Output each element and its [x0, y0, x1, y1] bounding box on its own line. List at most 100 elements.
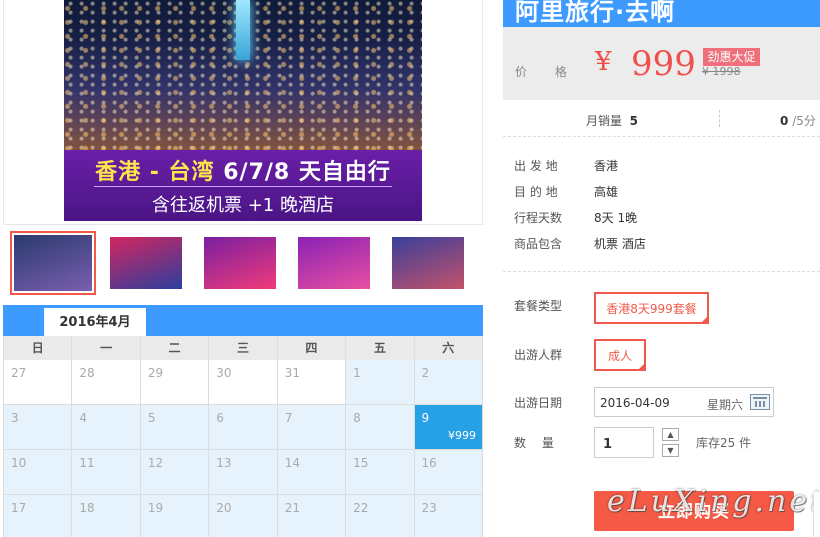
- hero-title-destination: 香港 - 台湾: [95, 160, 215, 185]
- calendar-day-number: 30: [216, 366, 232, 380]
- calendar-day[interactable]: 8: [346, 405, 415, 450]
- calendar-day[interactable]: 7: [277, 405, 347, 450]
- calendar-day[interactable]: 5: [140, 405, 210, 450]
- calendar-day[interactable]: 22: [346, 495, 415, 537]
- calendar-day[interactable]: 16: [414, 450, 483, 495]
- thumbnail-2-image: [110, 237, 182, 289]
- taipei-101-tower: [236, 0, 250, 60]
- detail-value: 8天 1晚: [594, 211, 638, 225]
- side-panel-edge: [813, 492, 820, 537]
- product-title: 阿里旅行·去啊: [515, 0, 676, 26]
- calendar-day-number: 28: [79, 366, 95, 380]
- hero-title-days: 6/7/8 天自由行: [223, 160, 391, 185]
- calendar-day: 28: [72, 360, 141, 405]
- hero-subtitle: 含往返机票 +1 晚酒店: [152, 195, 334, 216]
- calendar-day-number: 21: [284, 501, 300, 515]
- calendar-day[interactable]: 2: [414, 360, 483, 405]
- check-icon: ✓: [639, 361, 645, 369]
- traveler-type-label: 出游人群: [514, 348, 563, 362]
- calendar-day[interactable]: 1: [346, 360, 415, 405]
- calendar-day[interactable]: 6: [209, 405, 278, 450]
- travel-date-input[interactable]: 2016-04-09 星期六: [594, 387, 774, 417]
- package-option[interactable]: 香港8天999套餐 ✓: [594, 292, 709, 324]
- weekday-header: 二: [141, 336, 210, 360]
- calendar-day-number: 18: [79, 501, 95, 515]
- thumbnail-5[interactable]: [388, 233, 468, 293]
- thumbnail-1-image: [14, 235, 92, 291]
- calendar-day[interactable]: 10: [4, 450, 73, 495]
- calendar-day[interactable]: 18: [72, 495, 141, 537]
- calendar-week-row: 10 11 12 13 14 15 16: [3, 450, 483, 495]
- calendar-month-tab[interactable]: 2016年4月: [44, 308, 146, 336]
- calendar-day[interactable]: 23: [414, 495, 483, 537]
- traveler-option-adult[interactable]: 成人 ✓: [594, 339, 646, 371]
- quantity-decrease-button[interactable]: ▼: [662, 444, 679, 457]
- price-label: 价 格: [515, 65, 579, 79]
- promo-badge: 劲惠大促: [703, 48, 760, 66]
- calendar-day[interactable]: 15: [346, 450, 415, 495]
- detail-key: 商品包含: [514, 237, 563, 251]
- quantity-label: 数 量: [514, 436, 560, 450]
- detail-value: 香港: [594, 159, 619, 173]
- weekday-header: 六: [415, 336, 483, 360]
- calendar-day[interactable]: 19: [140, 495, 210, 537]
- thumbnail-2[interactable]: [106, 233, 186, 293]
- calendar-day[interactable]: 11: [72, 450, 141, 495]
- calendar-weekday-row: 日一二三四五六: [3, 336, 483, 360]
- travel-date-label: 出游日期: [514, 396, 563, 410]
- thumbnail-1[interactable]: [10, 231, 96, 295]
- rating: 0 /5分: [780, 112, 816, 129]
- calendar-day-number: 2: [421, 366, 430, 380]
- calendar-header: 2016年4月: [3, 305, 483, 336]
- product-hero-image: 香港 - 台湾 6/7/8 天自由行 含往返机票 +1 晚酒店: [64, 0, 422, 221]
- calendar-day-number: 11: [79, 456, 95, 470]
- calendar-day: 30: [209, 360, 278, 405]
- calendar-day-number: 22: [353, 501, 369, 515]
- calendar-day-number: 15: [353, 456, 369, 470]
- calendar-icon[interactable]: [750, 394, 770, 410]
- calendar-day-price: ¥999: [447, 429, 476, 442]
- calendar-week-row: 17 18 19 20 21 22 23: [3, 495, 483, 537]
- calendar-day-number: 6: [216, 411, 224, 425]
- price-box: 价 格 ¥ 999 劲惠大促 ¥ 1998: [503, 27, 820, 100]
- calendar-day-selected[interactable]: 9 ¥999: [414, 405, 483, 450]
- price-currency: ¥: [595, 47, 612, 77]
- calendar-day-number: 14: [284, 456, 300, 470]
- calendar-day-number: 23: [421, 501, 437, 515]
- calendar-day-number: 13: [216, 456, 232, 470]
- rating-value: 0: [780, 114, 789, 128]
- travel-date-weekday: 星期六: [707, 398, 744, 412]
- thumbnail-4[interactable]: [294, 233, 374, 293]
- travel-date-value: 2016-04-09: [600, 396, 670, 410]
- weekday-header: 一: [72, 336, 141, 360]
- package-option-label: 香港8天999套餐: [606, 302, 697, 316]
- thumbnail-3[interactable]: [200, 233, 280, 293]
- calendar-day[interactable]: 4: [72, 405, 141, 450]
- weekday-header: 日: [4, 336, 73, 360]
- calendar-grid: 27 28 29 30 31 1 2 3 4 5 6 7 8 9 ¥999 10 11 12 13 14 15 16 17 1…: [3, 360, 483, 537]
- calendar-day[interactable]: 17: [4, 495, 73, 537]
- calendar-day[interactable]: 12: [140, 450, 210, 495]
- hero-title: 香港 - 台湾 6/7/8 天自由行: [64, 154, 422, 186]
- calendar-day-number: 8: [353, 411, 361, 425]
- calendar-day-number: 20: [216, 501, 232, 515]
- calendar-day[interactable]: 3: [4, 405, 73, 450]
- thumbnail-5-image: [392, 237, 464, 289]
- quantity-increase-button[interactable]: ▲: [662, 428, 679, 441]
- calendar-day-number: 16: [421, 456, 437, 470]
- calendar-day[interactable]: 13: [209, 450, 278, 495]
- quantity-input[interactable]: 1: [594, 427, 654, 458]
- detail-key: 行程天数: [514, 211, 563, 225]
- price-calendar: 2016年4月 日一二三四五六 27 28 29 30 31 1 2 3 4 5 6 7 8 9 ¥999 1…: [3, 305, 483, 537]
- calendar-day[interactable]: 14: [277, 450, 347, 495]
- sales-stats: 月销量 5 0 /5分: [503, 100, 820, 137]
- monthly-sales: 月销量 5: [586, 112, 638, 129]
- monthly-sales-label: 月销量: [586, 114, 623, 128]
- thumbnail-strip: [10, 231, 482, 297]
- calendar-day-number: 17: [11, 501, 27, 515]
- package-type-label: 套餐类型: [514, 299, 563, 313]
- calendar-day[interactable]: 20: [209, 495, 278, 537]
- detail-value: 机票 酒店: [594, 237, 646, 251]
- calendar-day[interactable]: 21: [277, 495, 347, 537]
- calendar-day-number: 5: [147, 411, 156, 425]
